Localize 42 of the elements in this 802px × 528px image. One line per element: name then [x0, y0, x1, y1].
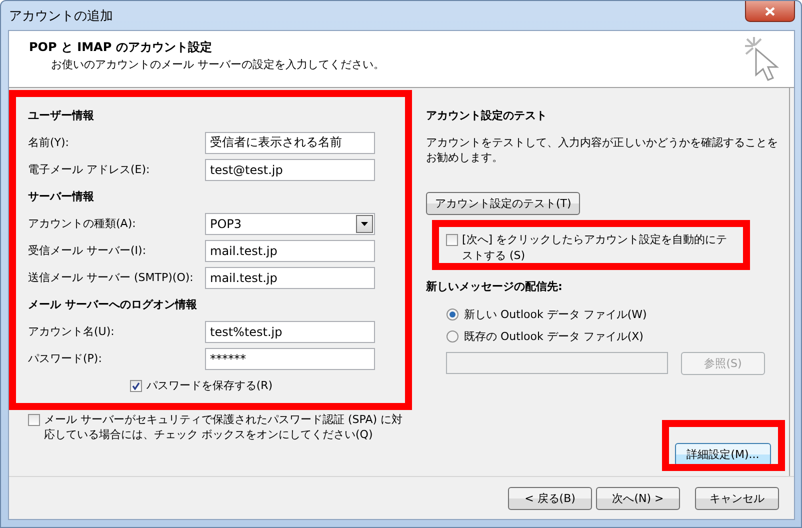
footer-button[interactable]: < 戻る(B) — [508, 486, 592, 510]
footer-button[interactable]: 次へ(N) > — [596, 486, 680, 510]
field-label: 名前(Y): — [28, 135, 70, 150]
input-field[interactable]: test@test.jp — [205, 158, 375, 180]
input-field[interactable]: mail.test.jp — [205, 240, 375, 262]
test-settings-button[interactable]: アカウント設定のテスト(T) — [426, 192, 580, 215]
radio-button[interactable] — [446, 330, 459, 343]
description-text: アカウントをテストして、入力内容が正しいかどうかを確認することをお勧めします。 — [426, 135, 779, 165]
field-label: 電子メール アドレス(E): — [28, 162, 150, 177]
dropdown-arrow-icon — [361, 222, 368, 226]
input-field[interactable]: 受信者に表示される名前 — [205, 132, 375, 154]
page-title: POP と IMAP のアカウント設定 — [29, 39, 213, 56]
section-heading: メール サーバーへのログオン情報 — [28, 297, 198, 313]
field-label: アカウント名(U): — [28, 324, 114, 339]
account-type-dropdown[interactable]: POP3 — [205, 212, 375, 234]
checkbox[interactable] — [130, 380, 142, 392]
section-heading: ユーザー情報 — [28, 108, 95, 124]
field-label: パスワード(P): — [28, 351, 102, 366]
checkbox[interactable] — [446, 234, 458, 246]
close-button[interactable] — [745, 1, 795, 22]
field-label: 送信メール サーバー (SMTP)(O): — [28, 270, 194, 285]
footer-button[interactable]: キャンセル — [695, 486, 779, 510]
radio-button[interactable] — [446, 308, 459, 321]
field-label: 受信メール サーバー(I): — [28, 243, 146, 258]
input-field[interactable]: ****** — [205, 348, 375, 370]
radio-label: 既存の Outlook データ ファイル(X) — [464, 329, 644, 344]
radio-label: 新しい Outlook データ ファイル(W) — [464, 307, 647, 322]
section-heading: アカウント設定のテスト — [426, 108, 548, 124]
checkbox[interactable] — [28, 414, 40, 426]
checkbox-label: [次へ] をクリックしたらアカウント設定を自動的にテストする (S) — [462, 232, 728, 264]
cursor-sparkle-icon — [742, 35, 780, 81]
field-label: アカウントの種類(A): — [28, 216, 136, 231]
window-title: アカウントの追加 — [9, 8, 113, 24]
page-subtitle: お使いのアカウントのメール サーバーの設定を入力してください。 — [51, 57, 384, 72]
more-settings-button[interactable]: 詳細設定(M)... — [675, 443, 771, 466]
input-field[interactable]: mail.test.jp — [205, 266, 375, 288]
section-heading: 新しいメッセージの配信先: — [426, 279, 564, 295]
checkbox-label: メール サーバーがセキュリティで保護されたパスワード認証 (SPA) に対応している場合には、チェック ボックスをオンにしてください(Q) — [44, 412, 404, 442]
checkbox-label: パスワードを保存する(R) — [146, 378, 273, 393]
close-icon — [765, 6, 775, 16]
input-field[interactable]: test%test.jp — [205, 320, 375, 342]
section-heading: サーバー情報 — [28, 189, 95, 205]
